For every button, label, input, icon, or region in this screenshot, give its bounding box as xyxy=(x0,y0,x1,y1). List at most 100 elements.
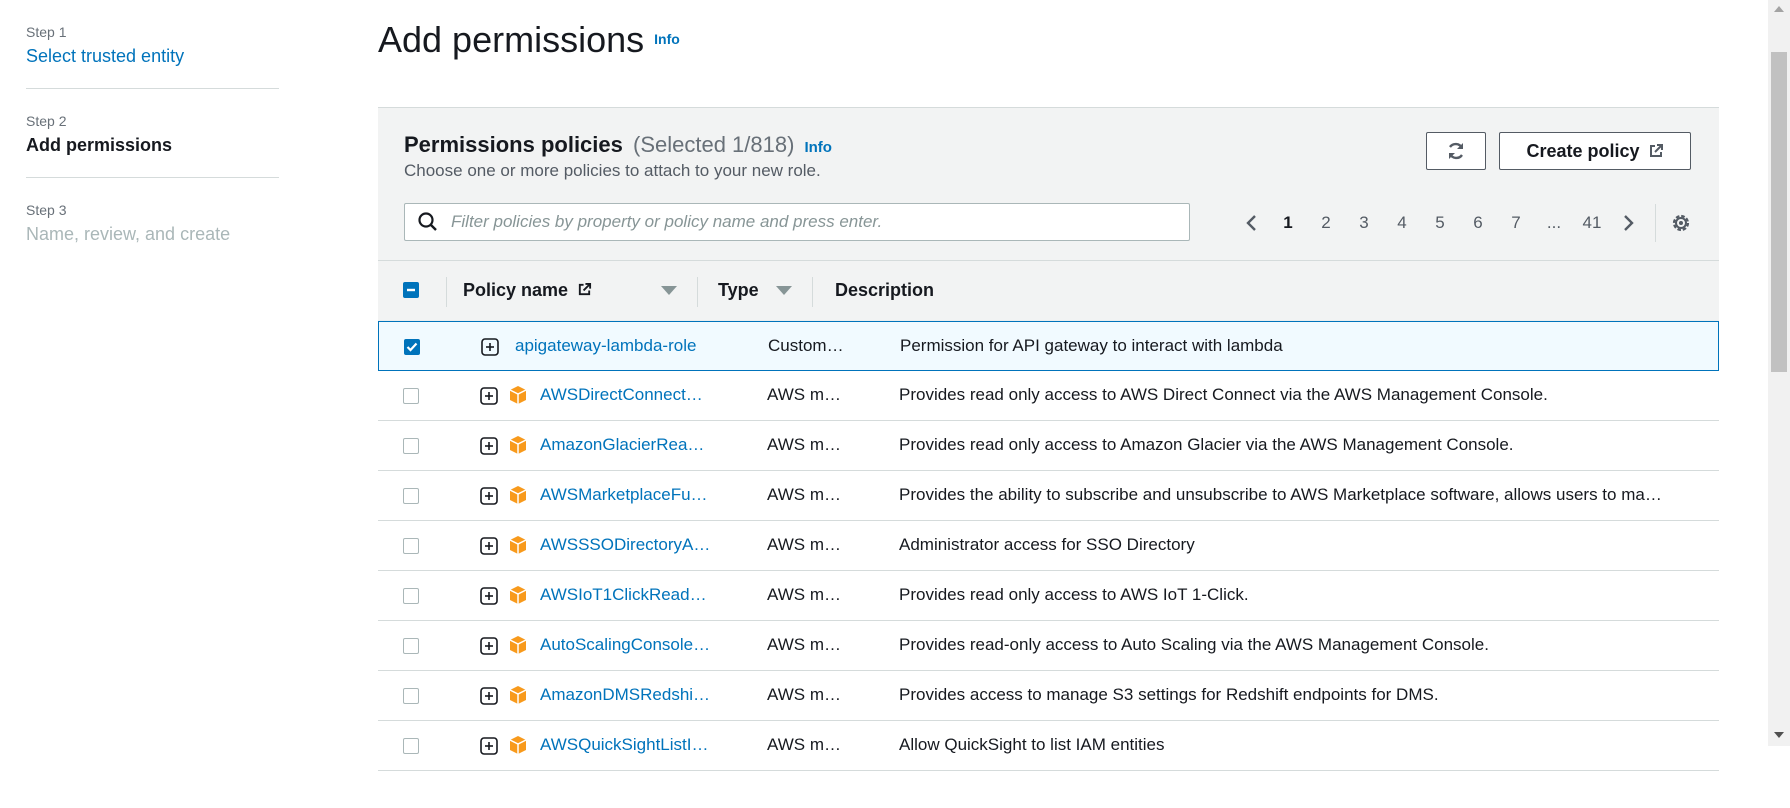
row-checkbox[interactable] xyxy=(403,538,419,554)
scroll-up-icon[interactable] xyxy=(1774,6,1784,12)
row-checkbox[interactable] xyxy=(403,488,419,504)
policy-type: AWS m… xyxy=(767,685,841,704)
expand-icon[interactable] xyxy=(480,587,498,605)
table-row[interactable]: AmazonGlacierRea… AWS m… Provides read o… xyxy=(378,421,1719,471)
panel-info-link[interactable]: Info xyxy=(804,139,832,156)
policy-description: Provides the ability to subscribe and un… xyxy=(899,485,1662,504)
row-checkbox[interactable] xyxy=(403,638,419,654)
aws-policy-icon xyxy=(509,636,527,654)
create-policy-button[interactable]: Create policy xyxy=(1499,132,1691,170)
policy-type: AWS m… xyxy=(767,535,841,554)
expand-icon[interactable] xyxy=(481,338,499,356)
page-41[interactable]: 41 xyxy=(1573,213,1611,233)
policy-name-link[interactable]: AWSSSODirectoryA… xyxy=(540,535,714,555)
policy-description: Provides access to manage S3 settings fo… xyxy=(899,685,1439,704)
policy-description: Administrator access for SSO Directory xyxy=(899,535,1195,554)
expand-icon[interactable] xyxy=(480,637,498,655)
indeterminate-icon xyxy=(407,288,415,292)
table-row[interactable]: AWSIoT1ClickRead… AWS m… Provides read o… xyxy=(378,571,1719,621)
policy-search-input[interactable] xyxy=(449,211,1153,233)
page-info-link[interactable]: Info xyxy=(654,31,680,47)
policy-type: AWS m… xyxy=(767,585,841,604)
checkmark-icon xyxy=(406,342,418,352)
row-checkbox[interactable] xyxy=(403,588,419,604)
step-number: Step 2 xyxy=(26,113,67,129)
expand-icon[interactable] xyxy=(480,437,498,455)
next-page-button[interactable] xyxy=(1611,213,1645,233)
aws-policy-icon xyxy=(509,686,527,704)
row-checkbox[interactable] xyxy=(403,688,419,704)
expand-icon[interactable] xyxy=(480,687,498,705)
policy-name-link[interactable]: AWSMarketplaceFu… xyxy=(540,485,714,505)
expand-icon[interactable] xyxy=(480,537,498,555)
policy-name-link[interactable]: AutoScalingConsole… xyxy=(540,635,714,655)
policy-name-link[interactable]: AmazonGlacierRea… xyxy=(540,435,714,455)
page-5[interactable]: 5 xyxy=(1421,213,1459,233)
selected-counter: (Selected 1/818) xyxy=(633,132,795,157)
policy-description: Allow QuickSight to list IAM entities xyxy=(899,735,1165,754)
previous-page-button[interactable] xyxy=(1235,213,1269,233)
gear-icon xyxy=(1672,214,1690,232)
page-3[interactable]: 3 xyxy=(1345,213,1383,233)
policy-name-link[interactable]: AWSDirectConnect… xyxy=(540,385,714,405)
aws-policy-icon xyxy=(509,486,527,504)
sort-caret-icon[interactable] xyxy=(776,286,792,295)
policy-description: Permission for API gateway to interact w… xyxy=(900,336,1283,355)
policy-type: AWS m… xyxy=(767,635,841,654)
expand-icon[interactable] xyxy=(480,737,498,755)
table-row[interactable]: AWSMarketplaceFu… AWS m… Provides the ab… xyxy=(378,471,1719,521)
page-6[interactable]: 6 xyxy=(1459,213,1497,233)
policy-description: Provides read only access to AWS IoT 1-C… xyxy=(899,585,1249,604)
table-row[interactable]: AWSSSODirectoryA… AWS m… Administrator a… xyxy=(378,521,1719,571)
page-scrollbar[interactable] xyxy=(1768,0,1790,746)
policy-filter xyxy=(404,203,1190,241)
pagination: 1 2 3 4 5 6 7 ... 41 xyxy=(1235,204,1696,242)
policy-type: AWS m… xyxy=(767,735,841,754)
row-checkbox[interactable] xyxy=(403,438,419,454)
scroll-down-icon[interactable] xyxy=(1774,732,1784,738)
expand-icon[interactable] xyxy=(480,387,498,405)
row-checkbox[interactable] xyxy=(404,339,420,355)
policy-description: Provides read only access to Amazon Glac… xyxy=(899,435,1514,454)
column-header-policy-name[interactable]: Policy name xyxy=(463,280,592,301)
table-row[interactable]: AWSDirectConnect… AWS m… Provides read o… xyxy=(378,371,1719,421)
policy-name-link[interactable]: AWSQuickSightListI… xyxy=(540,735,714,755)
policy-description: Provides read only access to AWS Direct … xyxy=(899,385,1548,404)
column-header-type[interactable]: Type xyxy=(718,280,759,301)
pager-divider xyxy=(1655,204,1656,242)
permissions-policies-panel: Permissions policies (Selected 1/818) Inf… xyxy=(378,107,1719,808)
policy-table-body: apigateway-lambda-role Custom… Permissio… xyxy=(378,321,1719,771)
page-4[interactable]: 4 xyxy=(1383,213,1421,233)
sort-caret-icon[interactable] xyxy=(661,286,677,295)
external-link-icon xyxy=(1649,144,1663,157)
step-number: Step 3 xyxy=(26,202,67,218)
page-1[interactable]: 1 xyxy=(1269,213,1307,233)
refresh-button[interactable] xyxy=(1426,132,1486,170)
page-title: Add permissions Info xyxy=(378,18,680,64)
chevron-right-icon xyxy=(1624,215,1634,231)
table-row[interactable]: AWSQuickSightListI… AWS m… Allow QuickSi… xyxy=(378,721,1719,771)
table-row[interactable]: apigateway-lambda-role Custom… Permissio… xyxy=(378,321,1719,371)
expand-icon[interactable] xyxy=(480,487,498,505)
page-title-text: Add permissions xyxy=(378,19,645,60)
select-all-checkbox[interactable] xyxy=(403,282,419,298)
row-checkbox[interactable] xyxy=(403,388,419,404)
page-2[interactable]: 2 xyxy=(1307,213,1345,233)
policy-name-link[interactable]: apigateway-lambda-role xyxy=(515,336,705,356)
search-icon xyxy=(418,212,437,231)
policy-type: AWS m… xyxy=(767,485,841,504)
step-label-add-permissions: Add permissions xyxy=(26,135,173,155)
page-7[interactable]: 7 xyxy=(1497,213,1535,233)
policy-type: Custom… xyxy=(768,336,844,355)
preferences-button[interactable] xyxy=(1666,212,1696,234)
policy-name-link[interactable]: AWSIoT1ClickRead… xyxy=(540,585,714,605)
scrollbar-thumb[interactable] xyxy=(1771,52,1787,372)
aws-policy-icon xyxy=(509,436,527,454)
row-checkbox[interactable] xyxy=(403,738,419,754)
table-row[interactable]: AutoScalingConsole… AWS m… Provides read… xyxy=(378,621,1719,671)
table-row[interactable]: AmazonDMSRedshi… AWS m… Provides access … xyxy=(378,671,1719,721)
chevron-left-icon xyxy=(1246,215,1256,231)
aws-policy-icon xyxy=(509,536,527,554)
policy-name-link[interactable]: AmazonDMSRedshi… xyxy=(540,685,714,705)
step-link-select-trusted-entity[interactable]: Select trusted entity xyxy=(26,44,279,68)
